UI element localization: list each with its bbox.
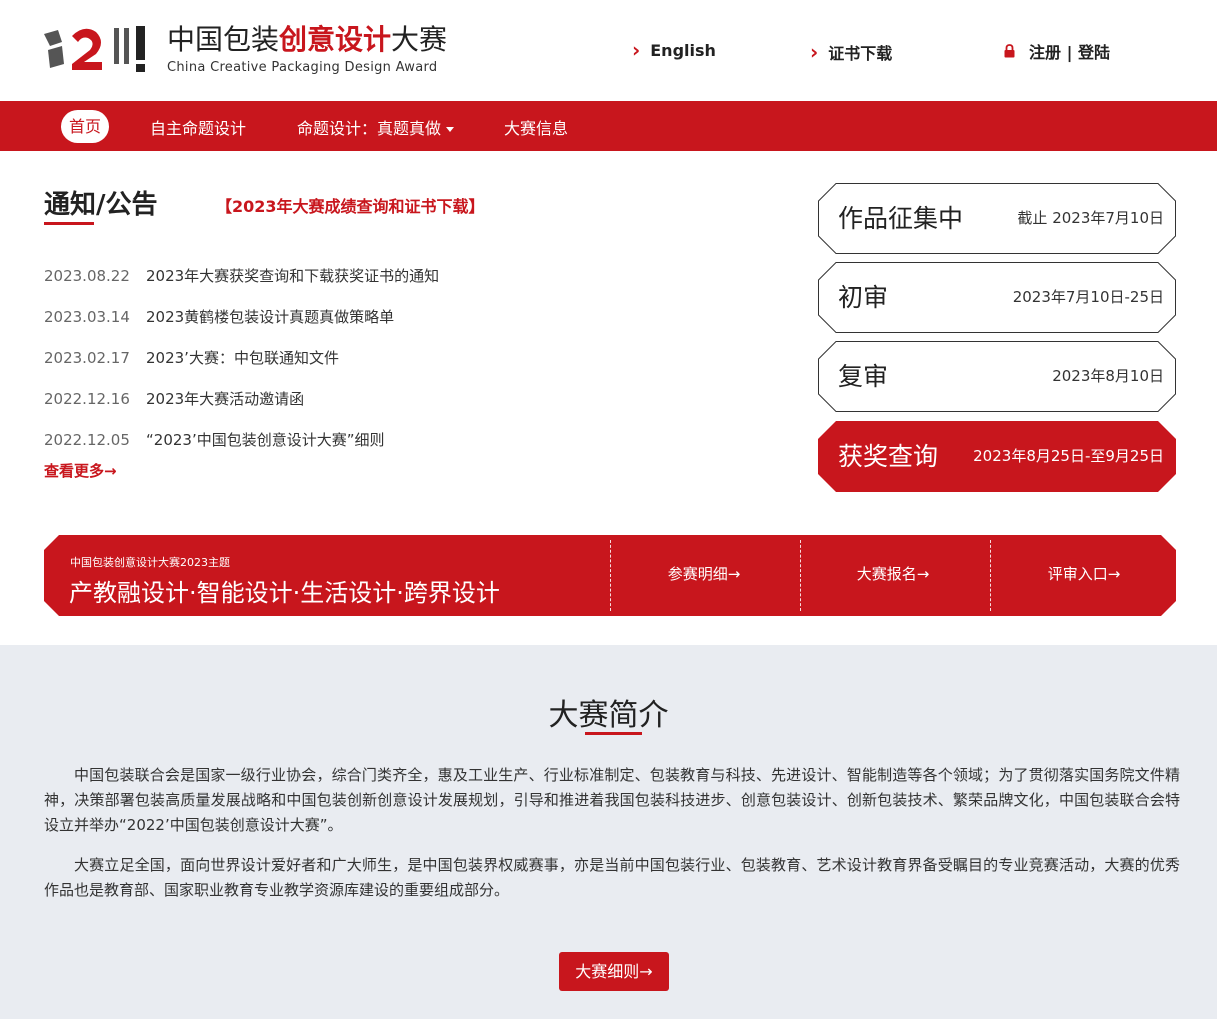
nav-item-topic-design-label: 命题设计：真题真做 — [297, 119, 442, 138]
notice-text: 2023年大赛获奖查询和下载获奖证书的通知 — [146, 267, 440, 285]
logo-title-prefix: 中国包装 — [167, 23, 280, 56]
logo-icon[interactable] — [44, 22, 148, 74]
results-query-link[interactable]: 【2023年大赛成绩查询和证书下载】 — [216, 193, 485, 217]
notice-date: 2023.03.14 — [44, 307, 130, 326]
timeline-card-date: 2023年8月10日 — [1052, 367, 1164, 385]
timeline-card-award-query[interactable]: 获奖查询 2023年8月25日-至9月25日 — [818, 421, 1176, 492]
intro-paragraph: 中国包装联合会是国家一级行业协会，综合门类齐全，惠及工业生产、行业标准制定、包装… — [44, 766, 1180, 834]
judging-entry-link[interactable]: 评审入口→ — [989, 535, 1179, 616]
chevron-right-icon: › — [810, 40, 819, 64]
intro-title: 大赛简介 — [548, 698, 669, 733]
entry-details-link[interactable]: 参赛明细→ — [609, 535, 799, 616]
nav-item-self-topic-design[interactable]: 自主命题设计 — [150, 115, 246, 139]
nav-item-contest-info[interactable]: 大赛信息 — [504, 115, 568, 139]
contest-registration-link[interactable]: 大赛报名→ — [798, 535, 988, 616]
notice-date: 2022.12.16 — [44, 389, 130, 408]
register-login-label: 注册 | 登陆 — [1029, 43, 1110, 62]
timeline-card-date: 2023年7月10日-25日 — [1012, 288, 1164, 306]
theme-banner: 中国包装创意设计大赛2023主题 产教融设计·智能设计·生活设计·跨界设计 参赛… — [44, 535, 1176, 616]
contest-intro-section: 大赛简介 中国包装联合会是国家一级行业协会，综合门类齐全，惠及工业生产、行业标准… — [0, 645, 1217, 1019]
site-header: 中国包装创意设计大赛 China Creative Packaging Desi… — [0, 0, 1217, 101]
certificate-download-label: 证书下载 — [828, 44, 893, 63]
notice-title-underline — [44, 222, 94, 225]
notice-list: 2023.08.22 2023年大赛获奖查询和下载获奖证书的通知 2023.03… — [44, 255, 744, 460]
timeline-card-title: 初审 — [838, 283, 889, 312]
notice-item[interactable]: 2023.08.22 2023年大赛获奖查询和下载获奖证书的通知 — [44, 255, 744, 296]
view-more-link[interactable]: 查看更多→ — [44, 460, 117, 481]
timeline-card-title: 获奖查询 — [838, 442, 939, 471]
logo-title: 中国包装创意设计大赛 — [167, 18, 447, 58]
notice-date: 2023.02.17 — [44, 348, 130, 367]
logo-title-suffix: 大赛 — [391, 23, 448, 56]
timeline-card-date: 截止 2023年7月10日 — [1017, 209, 1164, 227]
timeline-card-second-review[interactable]: 复审 2023年8月10日 — [818, 341, 1176, 412]
notice-item[interactable]: 2022.12.16 2023年大赛活动邀请函 — [44, 378, 744, 419]
notice-date: 2022.12.05 — [44, 430, 130, 449]
lock-icon — [1004, 44, 1015, 58]
notice-item[interactable]: 2022.12.05 “2023’中国包装创意设计大赛”细则 — [44, 419, 744, 460]
timeline-card-submission[interactable]: 作品征集中 截止 2023年7月10日 — [818, 183, 1176, 254]
register-login-link[interactable]: 注册 | 登陆 — [1004, 39, 1110, 63]
notice-text: 2023’大赛：中包联通知文件 — [146, 349, 339, 367]
notice-text: “2023’中国包装创意设计大赛”细则 — [146, 431, 385, 449]
intro-paragraph: 大赛立足全国，面向世界设计爱好者和广大师生，是中国包装界权威赛事，亦是当前中国包… — [44, 856, 1180, 899]
notice-section-title: 通知/公告 — [44, 190, 158, 220]
caret-down-icon — [446, 127, 455, 132]
english-link[interactable]: › English — [632, 40, 716, 60]
theme-banner-caption: 中国包装创意设计大赛2023主题 — [70, 556, 230, 569]
notice-item[interactable]: 2023.02.17 2023’大赛：中包联通知文件 — [44, 337, 744, 378]
logo-subtitle: China Creative Packaging Design Award — [167, 60, 438, 75]
timeline-card-first-review[interactable]: 初审 2023年7月10日-25日 — [818, 262, 1176, 333]
notice-text: 2023黄鹤楼包装设计真题真做策略单 — [146, 308, 395, 326]
english-link-label: English — [650, 40, 716, 60]
main-nav: 首页 自主命题设计 命题设计：真题真做 大赛信息 — [0, 101, 1217, 151]
timeline-card-title: 作品征集中 — [838, 204, 964, 233]
nav-item-topic-design[interactable]: 命题设计：真题真做 — [297, 115, 455, 139]
certificate-download-link[interactable]: › 证书下载 — [810, 40, 892, 64]
notice-text: 2023年大赛活动邀请函 — [146, 390, 305, 408]
contest-rules-button[interactable]: 大赛细则→ — [559, 952, 669, 991]
logo-title-highlight: 创意设计 — [279, 23, 392, 56]
timeline-card-date: 2023年8月25日-至9月25日 — [973, 447, 1164, 465]
notice-date: 2023.08.22 — [44, 266, 130, 285]
theme-banner-headline: 产教融设计·智能设计·生活设计·跨界设计 — [69, 579, 500, 607]
intro-title-underline — [585, 732, 642, 735]
notice-item[interactable]: 2023.03.14 2023黄鹤楼包装设计真题真做策略单 — [44, 296, 744, 337]
chevron-right-icon: › — [632, 38, 641, 62]
nav-item-home[interactable]: 首页 — [61, 110, 110, 143]
timeline-card-title: 复审 — [838, 362, 889, 391]
